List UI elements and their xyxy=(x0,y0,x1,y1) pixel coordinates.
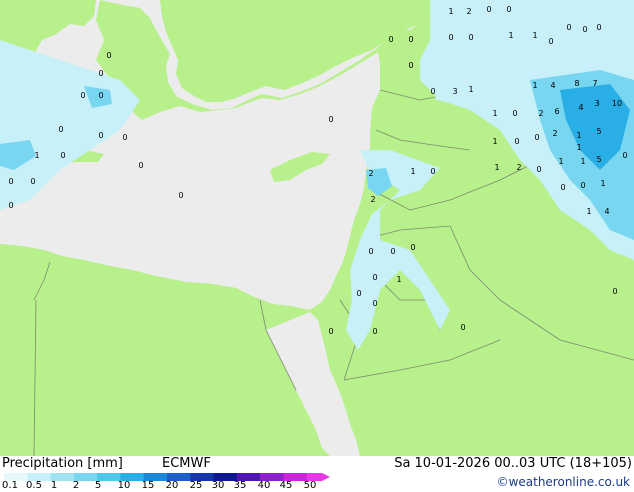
precip-value-label: 0 xyxy=(430,167,435,176)
precip-value-label: 0 xyxy=(98,91,103,100)
precip-value-label: 1 xyxy=(492,109,497,118)
precip-value-label: 3 xyxy=(594,99,599,108)
precip-value-label: 0 xyxy=(60,151,65,160)
precip-value-label: 0 xyxy=(138,161,143,170)
precip-value-label: 0 xyxy=(80,91,85,100)
precip-value-label: 5 xyxy=(596,127,601,136)
color-scale-tick-label: 25 xyxy=(189,480,203,491)
precip-value-label: 4 xyxy=(578,103,583,112)
precip-value-label: 0 xyxy=(486,5,491,14)
precip-value-label: 0 xyxy=(410,243,415,252)
precip-value-label: 1 xyxy=(532,81,537,90)
precip-value-label: 1 xyxy=(586,207,591,216)
precip-value-label: 1 xyxy=(34,151,39,160)
precip-value-label: 0 xyxy=(328,115,333,124)
precip-value-label: 0 xyxy=(622,151,627,160)
precip-value-label: 1 xyxy=(396,275,401,284)
precip-value-label: 10 xyxy=(612,99,622,108)
precip-value-label: 4 xyxy=(604,207,609,216)
color-scale-ticks: 0.1 0.5 1 2 5 10 15 20 25 30 35 40 45 50 xyxy=(0,480,340,492)
precip-value-label: 7 xyxy=(592,79,597,88)
precip-value-label: 0 xyxy=(388,35,393,44)
color-scale-tick-label: 45 xyxy=(279,480,293,491)
precip-value-label: 1 xyxy=(600,179,605,188)
precip-value-label: 1 xyxy=(494,163,499,172)
color-scale-tick-label: 20 xyxy=(165,480,179,491)
color-scale-tick-label: 1 xyxy=(50,480,58,491)
precip-value-label: 0 xyxy=(372,273,377,282)
precip-value-label: 0 xyxy=(356,289,361,298)
precip-value-label: 0 xyxy=(106,51,111,60)
precipitation-map: 1 2 0 000 0 0 10100 0 03 101 4 8 76 4 3 101 0 21 51 0 0 215 01… xyxy=(0,0,634,456)
precip-value-label: 0 xyxy=(368,247,373,256)
precip-value-label: 1 xyxy=(492,137,497,146)
precip-value-label: 0 xyxy=(566,23,571,32)
precip-value-label: 0 xyxy=(408,35,413,44)
precip-value-label: 0 xyxy=(98,131,103,140)
precip-value-label: 0 xyxy=(582,25,587,34)
precip-value-label: 1 xyxy=(468,85,473,94)
color-scale-tick-label: 0.5 xyxy=(26,480,42,491)
precip-value-label: 0 xyxy=(58,125,63,134)
map-footer: Precipitation [mm] ECMWF Sa 10-01-2026 0… xyxy=(0,456,634,492)
precip-value-label: 0 xyxy=(328,327,333,336)
color-scale-tick-label: 50 xyxy=(303,480,317,491)
precip-value-label: 0 xyxy=(8,201,13,210)
color-scale-tick-label: 40 xyxy=(257,480,271,491)
precip-value-label: 2 xyxy=(552,129,557,138)
precip-value-label: 1 xyxy=(448,7,453,16)
precip-value-label: 0 xyxy=(98,69,103,78)
valid-time: Sa 10-01-2026 00..03 UTC (18+105) xyxy=(394,456,632,471)
precip-value-label: 0 xyxy=(8,177,13,186)
precip-value-label: 1 xyxy=(532,31,537,40)
precip-value-label: 0 xyxy=(596,23,601,32)
precip-value-label: 0 xyxy=(460,323,465,332)
precip-value-label: 0 xyxy=(372,327,377,336)
precip-value-label: 0 xyxy=(548,37,553,46)
precip-value-label: 4 xyxy=(550,81,555,90)
precip-value-label: 0 xyxy=(506,5,511,14)
precip-value-label: 0 xyxy=(612,287,617,296)
precip-value-label: 0 xyxy=(178,191,183,200)
precip-value-label: 2 xyxy=(538,109,543,118)
precip-value-label: 1 xyxy=(580,157,585,166)
precip-value-label: 1 xyxy=(410,167,415,176)
precip-value-label: 0 xyxy=(122,133,127,142)
color-scale-tick-label: 5 xyxy=(94,480,102,491)
precip-value-label: 0 xyxy=(536,165,541,174)
precip-value-label: 1 xyxy=(576,131,581,140)
precip-value-label: 0 xyxy=(468,33,473,42)
precip-value-label: 3 xyxy=(452,87,457,96)
precip-value-label: 2 xyxy=(466,7,471,16)
precip-value-label: 0 xyxy=(448,33,453,42)
color-scale-tick-label: 15 xyxy=(141,480,155,491)
precip-value-label: 1 xyxy=(558,157,563,166)
precip-value-label: 0 xyxy=(580,181,585,190)
precip-value-label: 0 xyxy=(372,299,377,308)
precip-value-label: 0 xyxy=(560,183,565,192)
precip-value-label: 6 xyxy=(554,107,559,116)
precip-value-label: 0 xyxy=(408,61,413,70)
precip-value-label: 1 xyxy=(576,143,581,152)
precip-value-label: 8 xyxy=(574,79,579,88)
precip-value-label: 0 xyxy=(512,109,517,118)
precip-value-label: 1 xyxy=(508,31,513,40)
map-title: Precipitation [mm] xyxy=(2,456,123,471)
color-scale-tick-label: 10 xyxy=(117,480,131,491)
precip-value-label: 0 xyxy=(30,177,35,186)
model-name: ECMWF xyxy=(162,456,211,471)
precip-value-label: 0 xyxy=(534,133,539,142)
precip-value-label: 2 xyxy=(368,169,373,178)
precip-value-label: 0 xyxy=(390,247,395,256)
precip-value-label: 5 xyxy=(596,155,601,164)
precip-value-label: 0 xyxy=(514,137,519,146)
color-scale-tick-label: 2 xyxy=(72,480,80,491)
precip-value-label: 0 xyxy=(430,87,435,96)
color-scale-tick-label: 0.1 xyxy=(2,480,18,491)
credit-link[interactable]: ©weatheronline.co.uk xyxy=(497,475,630,489)
color-scale-tick-label: 30 xyxy=(211,480,225,491)
precip-value-label: 2 xyxy=(370,195,375,204)
color-scale-tick-label: 35 xyxy=(233,480,247,491)
precip-value-label: 2 xyxy=(516,163,521,172)
